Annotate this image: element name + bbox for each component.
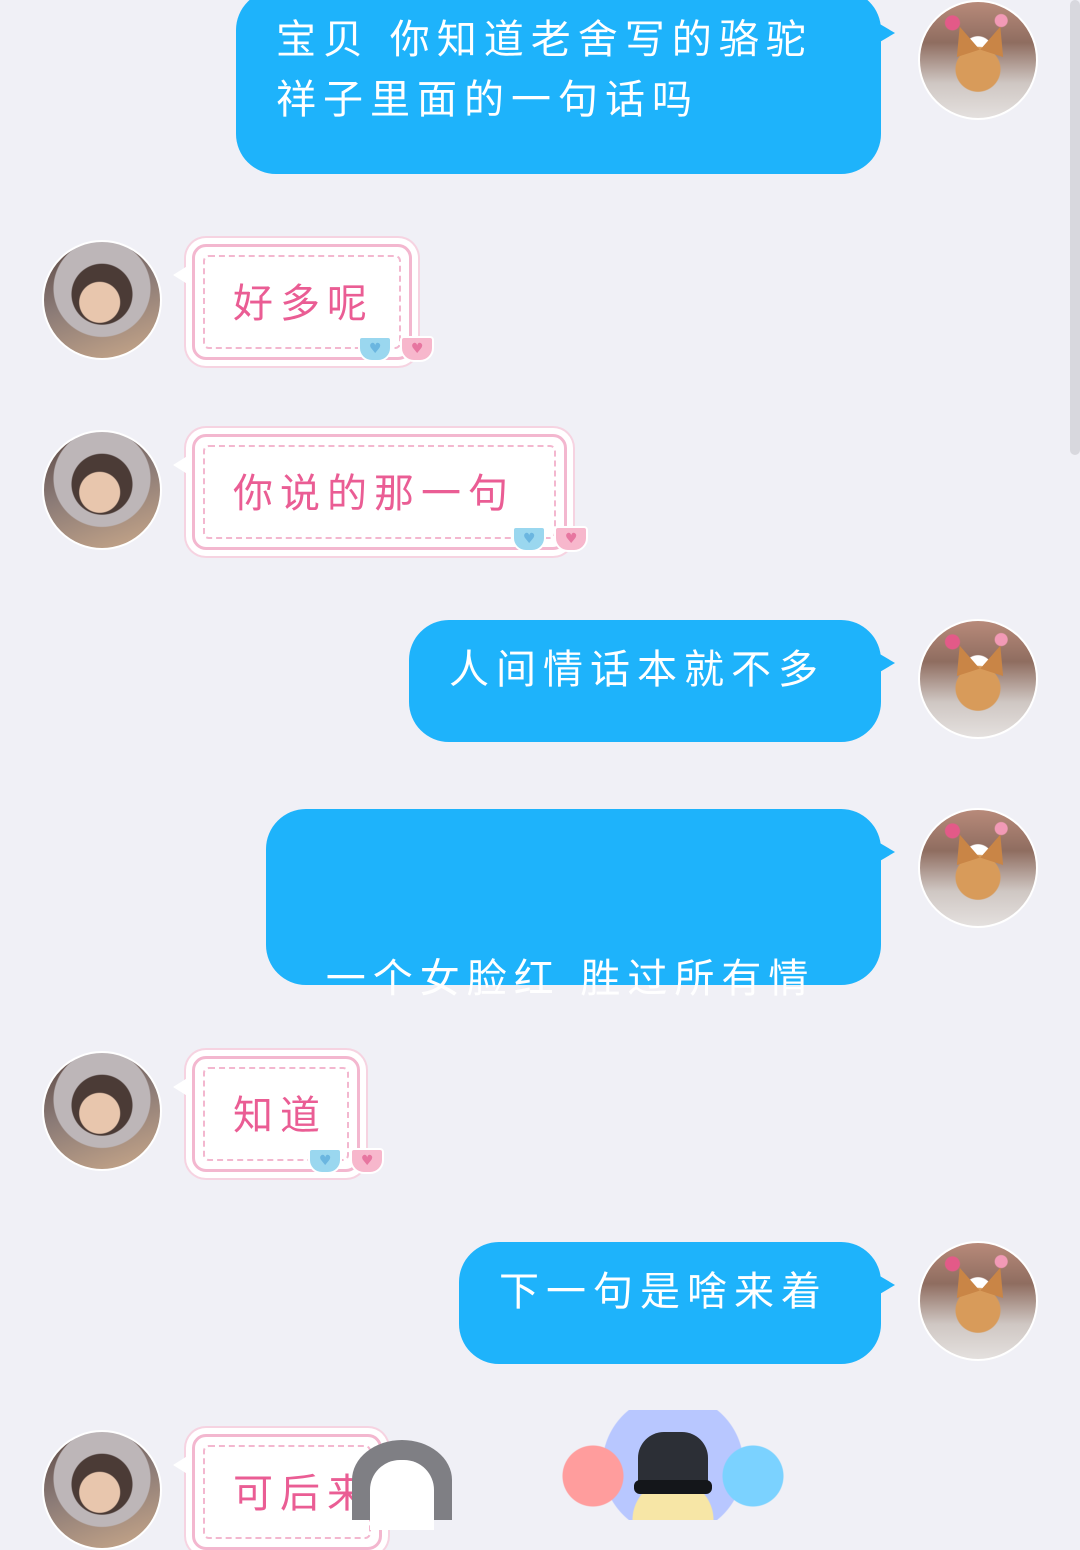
message-bubble-me[interactable]: 一个女脸红 胜过所有情 话 (266, 809, 895, 1182)
message-text: 你说的那一句 (233, 471, 515, 517)
message-bubble-me[interactable]: 下一句是啥来着 (459, 1242, 895, 1364)
message-text-line: 祥子里面的一句话吗 (276, 77, 699, 123)
my-avatar[interactable] (918, 0, 1038, 120)
corgi-ear-icon (948, 830, 980, 866)
message-text-line: 下一句是啥来着 (499, 1269, 828, 1315)
teacups-heart-icon: ♥ ♥ (502, 514, 598, 558)
corgi-ear-icon (980, 641, 1012, 677)
message-text: 知道 (233, 1093, 327, 1139)
message-text-line: 人间情话本就不多 (449, 647, 825, 693)
bear-balloon-hat-sticker[interactable] (548, 1410, 798, 1520)
message-bubble-me[interactable]: 宝贝 你知道老舍写的骆驼 祥子里面的一句话吗 (236, 0, 895, 174)
friend-avatar[interactable] (42, 430, 162, 550)
corgi-ear-icon (948, 22, 980, 58)
corgi-ear-icon (980, 1263, 1012, 1299)
corgi-ear-icon (948, 641, 980, 677)
my-avatar[interactable] (918, 619, 1038, 739)
message-bubble-me[interactable]: 人间情话本就不多 (409, 620, 895, 742)
message-text-line: 宝贝 你知道老舍写的骆驼 (276, 17, 813, 63)
message-text: 好多呢 (233, 281, 374, 327)
friend-avatar[interactable] (42, 1051, 162, 1171)
gray-hair-cartoon-sticker[interactable] (352, 1440, 452, 1530)
corgi-ear-icon (980, 22, 1012, 58)
message-text-line: 一个女脸红 胜过所有情 (306, 956, 816, 1002)
teacups-heart-icon: ♥ ♥ (298, 1136, 394, 1180)
hat-band-icon (634, 1480, 712, 1494)
friend-avatar[interactable] (42, 240, 162, 360)
teacups-heart-icon: ♥ ♥ (348, 324, 444, 368)
my-avatar[interactable] (918, 808, 1038, 928)
corgi-ear-icon (980, 830, 1012, 866)
my-avatar[interactable] (918, 1241, 1038, 1361)
scrollbar[interactable] (1070, 0, 1080, 455)
friend-avatar[interactable] (42, 1430, 162, 1550)
corgi-ear-icon (948, 1263, 980, 1299)
